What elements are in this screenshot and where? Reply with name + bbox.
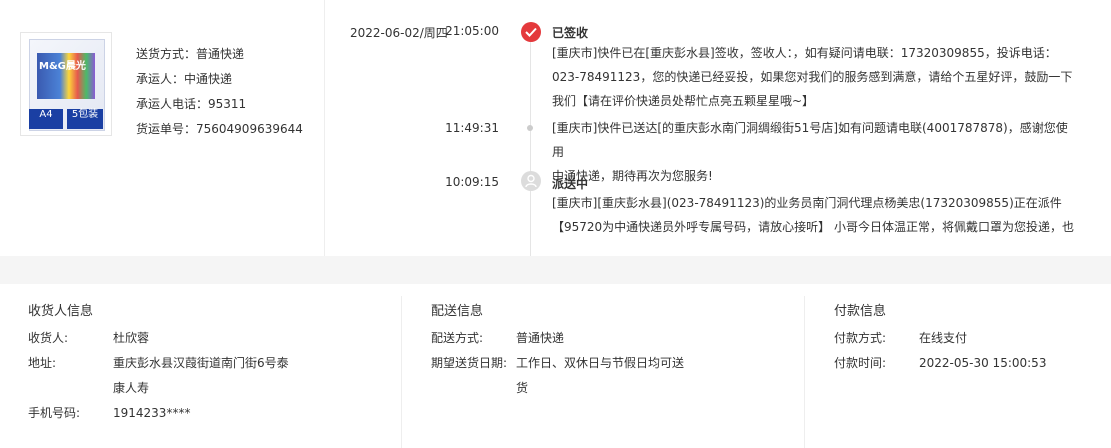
address-line: 重庆彭水县汉葭街道南门街6号泰	[113, 356, 289, 370]
paper-box-icon: M&G晨光 A4 5包装	[29, 39, 105, 131]
event-line: [重庆市]快件已在[重庆彭水县]签收，签收人：，如有疑问请电联：17320309…	[552, 46, 1057, 60]
event-description: [重庆市][重庆彭水县](023-78491123)的业务员南门洞代理点杨美忠(…	[552, 191, 1077, 239]
event-time: 10:09:15	[445, 175, 499, 189]
product-thumbnail[interactable]: M&G晨光 A4 5包装	[20, 32, 112, 136]
delivery-details: 配送方式: 普通快递 期望送货日期: 工作日、双休日与节假日均可送 货	[431, 326, 791, 406]
event-line: 【95720为中通快递员外呼专属号码，请放心接听】 小哥今日体温正常，将佩戴口罩…	[552, 220, 1074, 234]
tracking-number[interactable]: 货运单号：75604909639644	[136, 117, 303, 142]
address-line: 康人寿	[113, 381, 150, 395]
column-divider	[401, 296, 402, 448]
event-line: [重庆市][重庆彭水县](023-78491123)的业务员南门洞代理点杨美忠(…	[552, 196, 1062, 210]
receiver-name-label: 收货人:	[28, 331, 69, 345]
event-title: 派送中	[552, 177, 589, 191]
delivery-method: 普通快递	[516, 331, 565, 345]
tag-a4: A4	[29, 109, 63, 129]
timeline-axis	[530, 40, 531, 256]
payment-time: 2022-05-30 15:00:53	[919, 356, 1047, 370]
check-circle-icon	[521, 22, 541, 42]
event-line: 中通快递，期待再次为您服务!	[552, 169, 713, 183]
carrier-phone: 承运人电话：95311	[136, 97, 247, 111]
event-line: 023-78491123，您的快递已经妥投，如果您对我们的服务感到满意，请给个五…	[552, 70, 1073, 84]
shipping-method: 送货方式：普通快递	[136, 47, 245, 61]
delivery-method-label: 配送方式:	[431, 331, 484, 345]
delivery-date-label: 期望送货日期:	[431, 356, 508, 370]
event-line: 我们【请在评价快递员处帮忙点亮五颗星星哦~】	[552, 94, 815, 108]
shipping-info: 送货方式：普通快递 承运人：中通快递 承运人电话：95311 货运单号：7560…	[136, 42, 303, 142]
payment-details: 付款方式: 在线支付 付款时间: 2022-05-30 15:00:53	[834, 326, 1104, 386]
delivery-section: 配送信息 配送方式: 普通快递 期望送货日期: 工作日、双休日与节假日均可送 货	[431, 284, 801, 448]
receiver-heading: 收货人信息	[28, 304, 94, 319]
event-title: 已签收	[552, 26, 589, 40]
receiver-name: 杜欣蓉	[113, 331, 150, 345]
delivery-heading: 配送信息	[431, 304, 484, 319]
delivery-date: 工作日、双休日与节假日均可送	[516, 356, 685, 370]
phone-label: 手机号码:	[28, 406, 81, 420]
section-gap	[0, 256, 1111, 284]
box-logo-text: M&G晨光	[39, 61, 86, 72]
courier-icon	[521, 171, 541, 191]
tracking-timeline[interactable]: 2022-06-02/周四 21:05:00 已签收 [重庆市]快件已在[重庆彭…	[325, 0, 1111, 256]
payment-section: 付款信息 付款方式: 在线支付 付款时间: 2022-05-30 15:00:5…	[834, 284, 1104, 448]
order-info-panel: 收货人信息 收货人: 杜欣蓉 地址: 重庆彭水县汉葭街道南门街6号泰 康人寿 手…	[0, 284, 1111, 448]
carrier-name: 承运人：中通快递	[136, 72, 233, 86]
event-time: 21:05:00	[445, 24, 499, 38]
payment-method-label: 付款方式:	[834, 331, 887, 345]
delivery-date: 货	[516, 381, 529, 395]
event-description: [重庆市]快件已在[重庆彭水县]签收，签收人：，如有疑问请电联：17320309…	[552, 41, 1077, 113]
payment-time-label: 付款时间:	[834, 356, 887, 370]
dot-icon	[527, 125, 533, 131]
payment-heading: 付款信息	[834, 304, 887, 319]
column-divider	[804, 296, 805, 448]
address-label: 地址:	[28, 356, 57, 370]
tag-pack: 5包装	[67, 109, 103, 129]
event-time: 11:49:31	[445, 121, 499, 135]
shipment-panel: M&G晨光 A4 5包装 送货方式：普通快递 承运人：中通快递 承运人电话：95…	[0, 0, 1111, 256]
receiver-details: 收货人: 杜欣蓉 地址: 重庆彭水县汉葭街道南门街6号泰 康人寿 手机号码: 1…	[28, 326, 388, 426]
receiver-phone: 1914233****	[113, 406, 191, 420]
event-description: [重庆市]快件已送达[的重庆彭水南门洞绸缎街51号店]如有问题请电联(40017…	[552, 116, 1077, 188]
receiver-section: 收货人信息 收货人: 杜欣蓉 地址: 重庆彭水县汉葭街道南门街6号泰 康人寿 手…	[28, 284, 398, 448]
event-line: [重庆市]快件已送达[的重庆彭水南门洞绸缎街51号店]如有问题请电联(40017…	[552, 121, 1068, 159]
payment-method: 在线支付	[919, 331, 968, 345]
